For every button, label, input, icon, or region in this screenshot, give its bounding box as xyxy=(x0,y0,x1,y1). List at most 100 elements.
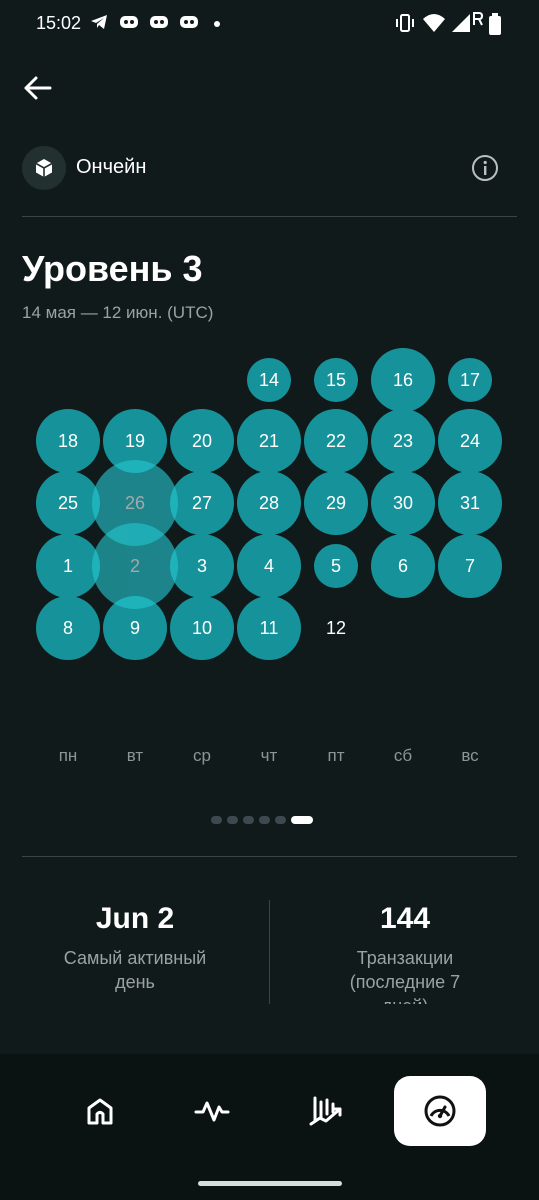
calendar-day[interactable]: 22 xyxy=(304,409,368,473)
page-dot[interactable] xyxy=(211,816,222,824)
nav-dashboard[interactable] xyxy=(394,1076,486,1146)
transactions-label: Транзакции (последние 7 дней) xyxy=(349,948,461,1004)
trading-icon xyxy=(309,1096,342,1126)
level-title: Уровень 3 xyxy=(22,248,203,289)
calendar-day-label: 14 xyxy=(258,369,280,390)
calendar-day-label: 22 xyxy=(325,430,347,451)
calendar-day[interactable]: 7 xyxy=(438,534,502,598)
dashboard-gauge-icon xyxy=(424,1095,456,1127)
calendar-day-label: 16 xyxy=(392,369,414,390)
calendar-day[interactable]: 15 xyxy=(314,358,358,402)
discord-icon xyxy=(120,16,138,28)
calendar-day[interactable]: 24 xyxy=(438,409,502,473)
info-icon xyxy=(472,155,498,181)
calendar-day-label: 3 xyxy=(196,555,207,576)
discord-icon xyxy=(150,16,168,28)
weekday-label: чт xyxy=(260,746,278,765)
page-dot[interactable] xyxy=(291,816,313,824)
weekday-label: вс xyxy=(461,746,479,765)
page-indicator xyxy=(211,816,313,826)
calendar-day-label: 25 xyxy=(57,492,79,513)
calendar-day-label: 19 xyxy=(124,430,146,451)
calendar-day-label: 6 xyxy=(397,555,408,576)
date-range: 14 мая — 12 июн. (UTC) xyxy=(22,303,214,322)
calendar-day[interactable]: 4 xyxy=(237,534,301,598)
calendar-day[interactable]: 18 xyxy=(36,409,100,473)
page-dot[interactable] xyxy=(275,816,286,824)
calendar-day[interactable]: 14 xyxy=(247,358,291,402)
calendar-day[interactable]: 1 xyxy=(36,534,100,598)
calendar-day-label: 15 xyxy=(325,369,347,390)
page-dot[interactable] xyxy=(227,816,238,824)
info-button[interactable] xyxy=(470,153,500,183)
divider xyxy=(22,216,517,217)
calendar-day-label: 12 xyxy=(325,617,347,638)
telegram-icon xyxy=(91,15,107,29)
status-bar: 15:02 xyxy=(0,0,539,48)
calendar-day[interactable]: 25 xyxy=(36,471,100,535)
calendar-day-label: 2 xyxy=(129,555,140,576)
home-icon xyxy=(87,1098,113,1125)
calendar-day-label: 21 xyxy=(258,430,280,451)
nav-trading[interactable] xyxy=(280,1076,372,1146)
calendar-day-label: 23 xyxy=(392,430,414,451)
vibrate-icon xyxy=(396,14,414,32)
weekday-label: пн xyxy=(58,746,78,765)
calendar-day[interactable]: 11 xyxy=(237,596,301,660)
calendar-day-label: 30 xyxy=(392,492,414,513)
calendar-day[interactable]: 30 xyxy=(371,471,435,535)
section-title: Ончейн xyxy=(76,156,147,178)
calendar-day-label: 8 xyxy=(62,617,73,638)
nav-activity[interactable] xyxy=(166,1076,258,1146)
calendar-day[interactable]: 12 xyxy=(319,611,353,645)
calendar-day-label: 26 xyxy=(124,492,146,513)
calendar-day[interactable]: 6 xyxy=(371,534,435,598)
calendar-day[interactable]: 5 xyxy=(314,544,358,588)
weekday-label: ср xyxy=(193,746,211,765)
calendar-day[interactable]: 27 xyxy=(170,471,234,535)
most-active-day-label: Самый активный день xyxy=(63,948,207,992)
onchain-avatar xyxy=(22,146,66,190)
calendar-day[interactable]: 2 xyxy=(92,523,178,609)
calendar-day-label: 5 xyxy=(330,555,341,576)
calendar-day[interactable]: 21 xyxy=(237,409,301,473)
calendar-day[interactable]: 28 xyxy=(237,471,301,535)
signal-icon xyxy=(452,14,470,32)
weekday-label: сб xyxy=(393,746,413,765)
calendar-day-label: 4 xyxy=(263,555,274,576)
calendar-day[interactable]: 16 xyxy=(371,348,435,412)
calendar-day-label: 24 xyxy=(459,430,481,451)
calendar-day[interactable]: 29 xyxy=(304,471,368,535)
battery-icon xyxy=(489,13,501,35)
nav-home[interactable] xyxy=(54,1076,146,1146)
arrow-left-icon xyxy=(24,76,52,100)
weekday-label: пт xyxy=(327,746,345,765)
calendar-day-label: 11 xyxy=(259,617,279,638)
calendar-day-label: 28 xyxy=(258,492,280,513)
calendar-day[interactable]: 10 xyxy=(170,596,234,660)
calendar-day[interactable]: 23 xyxy=(371,409,435,473)
calendar-day-label: 31 xyxy=(459,492,481,513)
calendar-day-label: 9 xyxy=(129,617,140,638)
calendar-day[interactable]: 8 xyxy=(36,596,100,660)
weekday-label: вт xyxy=(126,746,144,765)
calendar-day-label: 10 xyxy=(191,617,213,638)
calendar-day[interactable]: 17 xyxy=(448,358,492,402)
activity-calendar: 14 15 16 17 18 19 20 21 22 23 24 25 26 27 28 29 30 31 1 2 3 4… xyxy=(0,340,539,680)
most-active-day-value: Jun 2 xyxy=(95,902,175,935)
calendar-day[interactable]: 3 xyxy=(170,534,234,598)
page-dot[interactable] xyxy=(243,816,254,824)
notification-dot-icon xyxy=(214,21,220,27)
back-button[interactable] xyxy=(20,70,56,106)
home-indicator[interactable] xyxy=(198,1181,342,1186)
calendar-day[interactable]: 31 xyxy=(438,471,502,535)
roaming-r-icon xyxy=(473,12,484,26)
calendar-day-label: 17 xyxy=(459,369,481,390)
page-dot[interactable] xyxy=(259,816,270,824)
activity-icon xyxy=(194,1101,230,1122)
divider xyxy=(22,856,517,857)
cube-icon xyxy=(35,159,53,177)
calendar-day-label: 20 xyxy=(191,430,213,451)
calendar-day[interactable]: 20 xyxy=(170,409,234,473)
discord-icon xyxy=(180,16,198,28)
